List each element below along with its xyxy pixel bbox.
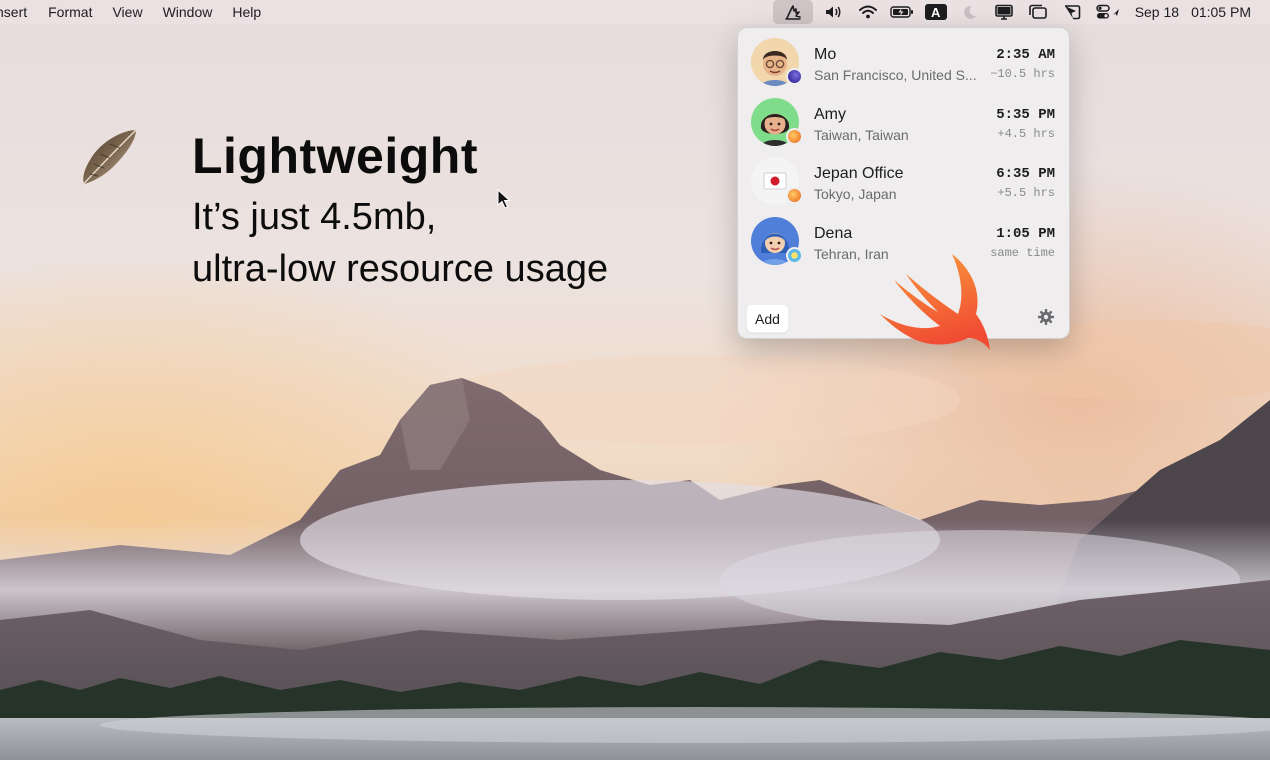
contact-name: Jepan Office (814, 165, 904, 182)
battery-charging-icon[interactable] (889, 0, 914, 24)
contact-offset: +4.5 hrs (997, 126, 1055, 141)
hero-title: Lightweight (192, 128, 478, 184)
contact-row-amy[interactable]: Amy Taiwan, Taiwan 5:35 PM +4.5 hrs (738, 88, 1069, 148)
hero-line-2: ultra-low resource usage (192, 248, 609, 290)
contact-location: Taiwan, Taiwan (814, 126, 909, 143)
evening-sun-icon (786, 127, 803, 145)
add-button[interactable]: Add (746, 304, 789, 333)
app-menus: nsert Format View Window Help (0, 0, 271, 24)
menu-insert[interactable]: nsert (0, 0, 38, 24)
contact-location: San Francisco, United S... (814, 67, 977, 83)
hero-subtitle: It’s just 4.5mb, ultra-low resource usag… (192, 191, 608, 295)
control-center-icon[interactable] (1094, 0, 1124, 24)
contact-location: Tokyo, Japan (814, 186, 897, 202)
night-moon-icon (786, 68, 803, 85)
volume-icon[interactable] (822, 0, 846, 24)
status-bar: A Sep 18 01:05 PM (772, 0, 1270, 24)
contact-offset: −10.5 hrs (990, 67, 1055, 81)
hero-line-1: It’s just 4.5mb, (192, 196, 437, 238)
mouse-cursor-icon (497, 189, 511, 209)
contact-row-mo[interactable]: Mo San Francisco, United S... 2:35 AM −1… (738, 28, 1069, 88)
wifi-icon[interactable] (856, 0, 880, 24)
contact-row-jepan-office[interactable]: Jepan Office Tokyo, Japan 6:35 PM +5.5 h… (738, 147, 1069, 207)
display-icon[interactable] (992, 0, 1016, 24)
window-switcher-icon[interactable] (1026, 0, 1050, 24)
contact-time: 1:05 PM (996, 225, 1055, 242)
contact-time: 2:35 AM (996, 47, 1055, 63)
contact-time: 5:35 PM (996, 106, 1055, 123)
menu-help[interactable]: Help (222, 0, 271, 24)
day-sun-icon (786, 246, 803, 264)
contact-name: Mo (814, 46, 837, 63)
world-clock-icon[interactable] (772, 0, 813, 24)
menu-format[interactable]: Format (38, 0, 102, 24)
screen-share-icon[interactable] (1060, 0, 1084, 24)
hero-text: Lightweight It’s just 4.5mb, ultra-low r… (192, 127, 608, 295)
evening-sun-icon (786, 187, 803, 204)
menu-window[interactable]: Window (153, 0, 223, 24)
contact-name: Amy (814, 105, 846, 123)
menu-bar: nsert Format View Window Help A (0, 0, 1270, 24)
menu-bar-clock[interactable]: 01:05 PM (1185, 4, 1270, 20)
contact-time: 6:35 PM (996, 166, 1055, 182)
contact-list: Mo San Francisco, United S... 2:35 AM −1… (738, 28, 1069, 266)
menu-bar-date[interactable]: Sep 18 (1129, 4, 1185, 20)
menu-view[interactable]: View (102, 0, 152, 24)
feather-icon (77, 129, 137, 191)
contact-name: Dena (814, 224, 853, 242)
gear-icon[interactable] (1037, 308, 1055, 326)
input-source-icon[interactable]: A (924, 0, 948, 24)
desktop-wallpaper (0, 0, 1270, 760)
contact-offset: +5.5 hrs (997, 186, 1055, 200)
do-not-disturb-moon-icon[interactable] (958, 0, 982, 24)
swift-logo-icon (880, 254, 990, 350)
contact-offset: same time (990, 245, 1055, 260)
